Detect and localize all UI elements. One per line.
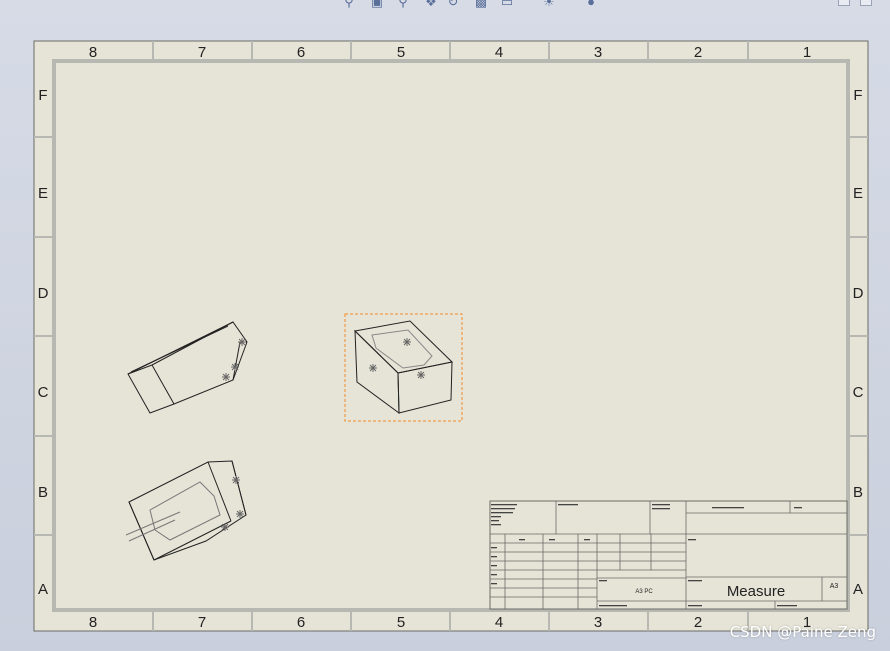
column-label: 2	[694, 44, 702, 61]
row-label: F	[853, 87, 862, 104]
column-label: 3	[594, 614, 602, 631]
column-label: 7	[198, 44, 206, 61]
row-label: C	[853, 384, 864, 401]
row-label: D	[853, 285, 864, 302]
column-label: 4	[495, 44, 503, 61]
row-label: D	[38, 285, 49, 302]
sheet-format-label: A3 PC	[635, 589, 653, 595]
column-label: 6	[297, 44, 305, 61]
row-label: C	[38, 384, 49, 401]
column-label: 5	[397, 614, 405, 631]
column-label: 8	[89, 614, 97, 631]
row-label: E	[38, 185, 48, 202]
watermark-text: CSDN @Paine Zeng	[729, 623, 876, 641]
drawing-title: Measure	[727, 583, 785, 600]
row-label: B	[38, 484, 48, 501]
drawing-sheet[interactable]: 8 7 6 5 4 3 2 1 8 7 6 5 4 3 2 1 F E D C …	[0, 0, 890, 651]
row-label: A	[38, 581, 48, 598]
sheet-size-label: A3	[830, 583, 839, 590]
column-label: 2	[694, 614, 702, 631]
column-label: 7	[198, 614, 206, 631]
title-block[interactable]: A3 PC Measure A3	[489, 500, 848, 610]
column-label: 1	[803, 44, 811, 61]
row-label: A	[853, 581, 863, 598]
column-label: 4	[495, 614, 503, 631]
column-label: 5	[397, 44, 405, 61]
row-label: F	[38, 87, 47, 104]
column-label: 3	[594, 44, 602, 61]
column-label: 6	[297, 614, 305, 631]
row-label: B	[853, 484, 863, 501]
column-label: 8	[89, 44, 97, 61]
row-label: E	[853, 185, 863, 202]
